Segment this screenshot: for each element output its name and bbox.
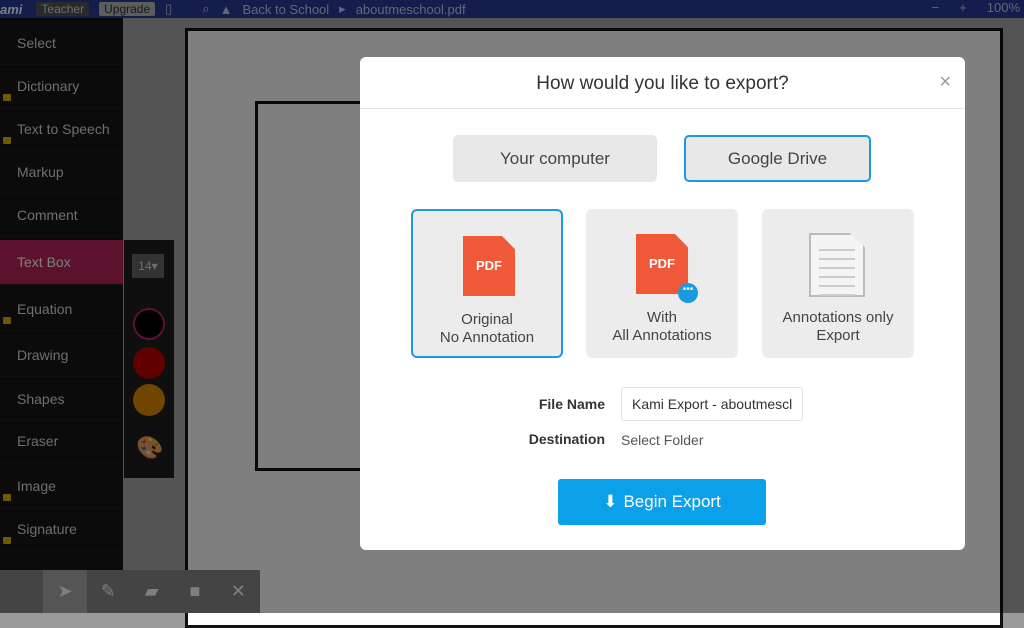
begin-export-button[interactable]: ⬇ Begin Export (558, 479, 766, 525)
option-label: Export (816, 327, 860, 344)
select-folder-link[interactable]: Select Folder (621, 432, 703, 448)
divider (360, 108, 965, 109)
option-label: Original (461, 311, 513, 328)
option-label: All Annotations (612, 327, 712, 344)
option-label: With (647, 309, 677, 326)
option-label: Annotations only (782, 309, 894, 326)
text-document-icon (809, 233, 865, 297)
option-with-all-annotations[interactable]: PDF ••• With All Annotations (586, 209, 738, 358)
option-label: No Annotation (439, 329, 535, 346)
pdf-icon: PDF (463, 236, 515, 296)
your-computer-button[interactable]: Your computer (453, 135, 657, 182)
option-original-no-annotation[interactable]: PDF Original No Annotation (411, 209, 563, 358)
begin-export-label: Begin Export (623, 492, 721, 511)
file-name-input[interactable]: Kami Export - aboutmescl (621, 387, 803, 421)
comment-bubble-icon: ••• (678, 283, 698, 303)
close-icon[interactable]: × (939, 71, 951, 94)
option-annotations-only[interactable]: Annotations only Export (762, 209, 914, 358)
destination-label: Destination (528, 431, 605, 447)
export-dialog: How would you like to export? × Your com… (360, 57, 965, 550)
download-icon: ⬇ (603, 492, 618, 511)
file-name-label: File Name (538, 396, 605, 412)
dialog-title: How would you like to export? (536, 73, 789, 94)
google-drive-button[interactable]: Google Drive (684, 135, 871, 182)
